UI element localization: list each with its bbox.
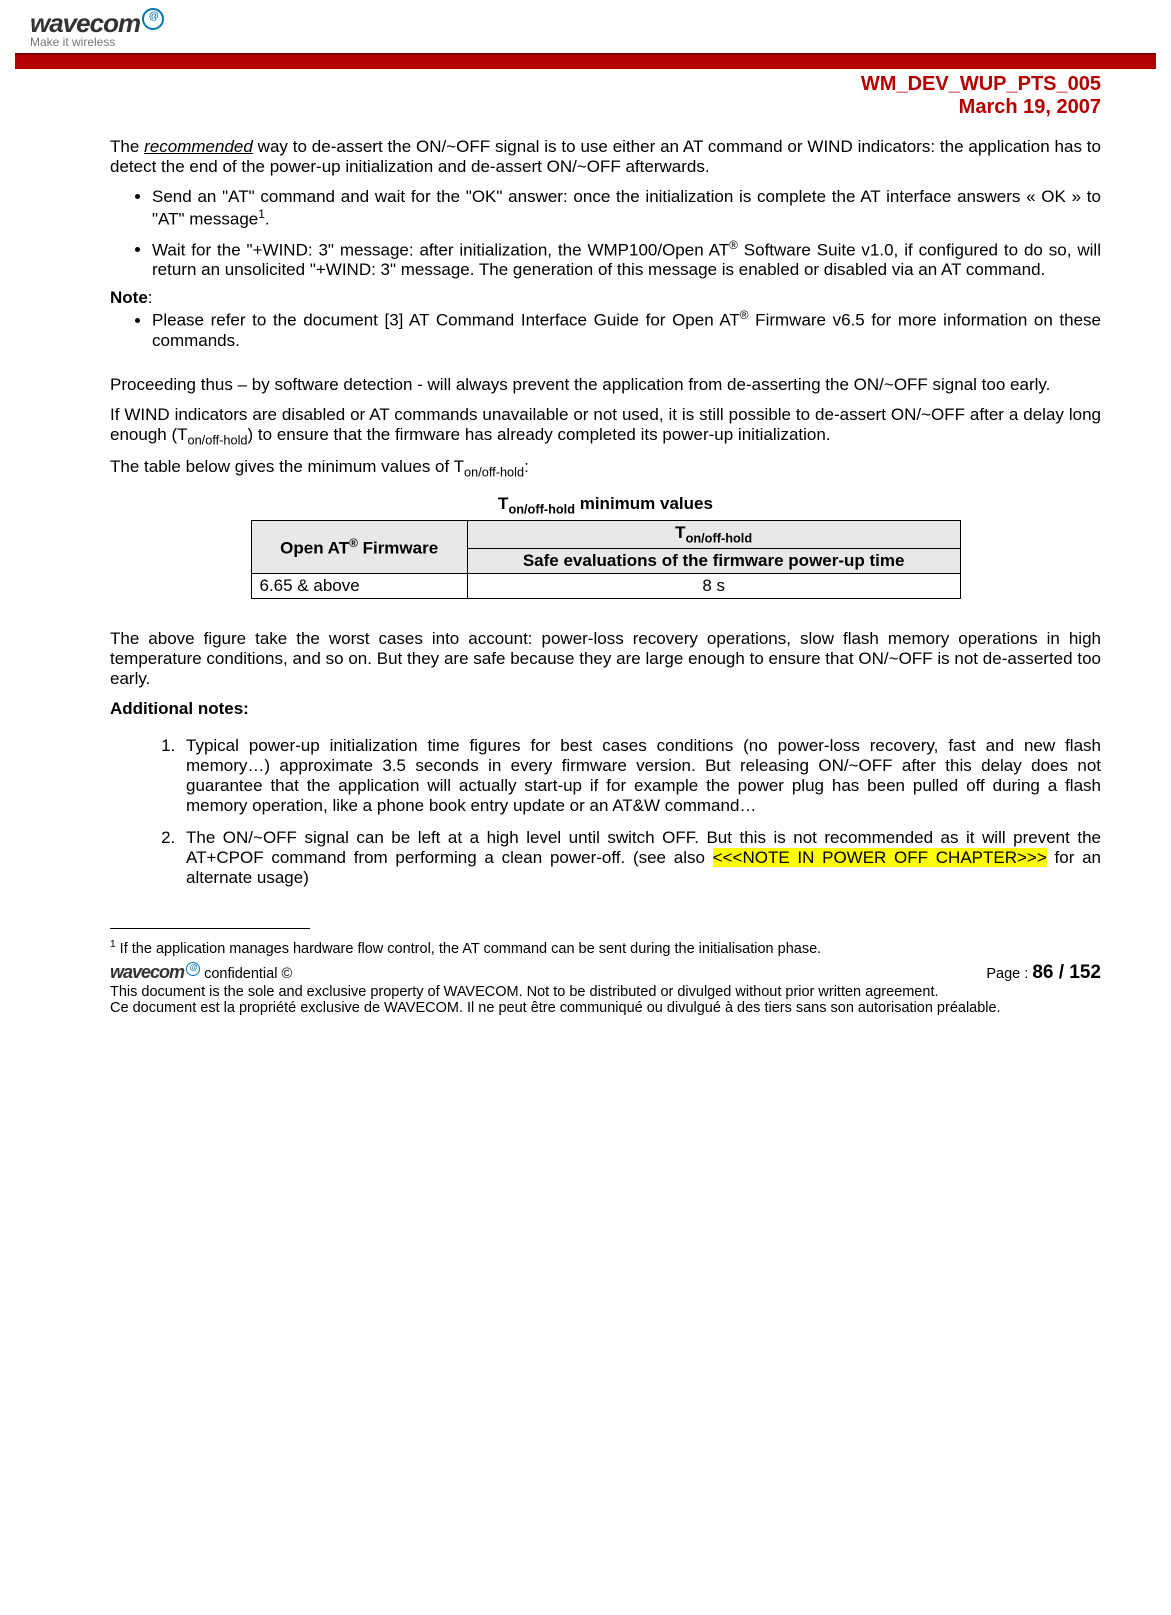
doc-id: WM_DEV_WUP_PTS_005 <box>110 73 1101 96</box>
brand-name: wavecom <box>30 8 140 38</box>
text: Send an "AT" command and wait for the "O… <box>152 187 1101 229</box>
footer-row: wavecom@ confidential © Page : 86 / 152 <box>110 962 1101 984</box>
list-item: Typical power-up initialization time fig… <box>180 736 1101 816</box>
note-list: Please refer to the document [3] AT Comm… <box>110 308 1101 351</box>
subscript: on/off-hold <box>508 501 575 516</box>
page-number: Page : 86 / 152 <box>986 962 1101 984</box>
text: confidential © <box>204 966 292 982</box>
footer-left: wavecom@ confidential © <box>110 962 292 983</box>
doc-id-block: WM_DEV_WUP_PTS_005 March 19, 2007 <box>110 73 1101 119</box>
additional-notes-heading: Additional notes: <box>110 699 1101 719</box>
note-label: Note <box>110 288 148 307</box>
text: ) to ensure that the firmware has alread… <box>248 425 831 444</box>
text: : <box>524 457 529 476</box>
footer-logo: wavecom@ <box>110 962 204 982</box>
content: The recommended way to de-assert the ON/… <box>110 137 1101 1016</box>
text: If the application manages hardware flow… <box>116 940 822 956</box>
footnote-ref: 1 <box>258 207 265 221</box>
text: Firmware <box>358 538 438 557</box>
text: Page : <box>986 966 1032 982</box>
text: 152 <box>1069 962 1101 983</box>
text: / <box>1053 962 1069 983</box>
text: Wait for the "+WIND: 3" message: after i… <box>152 240 729 259</box>
paragraph: Proceeding thus – by software detection … <box>110 375 1101 395</box>
text: Open AT <box>280 538 349 557</box>
footer: wavecom@ confidential © Page : 86 / 152 … <box>110 962 1101 1016</box>
paragraph: The table below gives the minimum values… <box>110 457 1101 479</box>
list-item: Please refer to the document [3] AT Comm… <box>152 308 1101 351</box>
reg-mark: ® <box>349 536 358 550</box>
reg-mark: ® <box>740 308 749 322</box>
text: The table below gives the minimum values… <box>110 457 464 476</box>
footnote-separator <box>110 928 310 929</box>
footnote: 1 If the application manages hardware fl… <box>110 939 1101 957</box>
list-item: The ON/~OFF signal can be left at a high… <box>180 828 1101 888</box>
emph-recommended: recommended <box>144 137 253 156</box>
text: Please refer to the document [3] AT Comm… <box>152 311 740 330</box>
min-values-table: Open AT® Firmware Ton/off-hold Safe eval… <box>251 520 961 598</box>
footer-line: This document is the sole and exclusive … <box>110 984 1101 1000</box>
brand-name: wavecom <box>110 962 184 982</box>
list-item: Send an "AT" command and wait for the "O… <box>152 187 1101 230</box>
text: : <box>148 288 153 307</box>
header: wavecom@ Make it wireless <box>15 0 1156 55</box>
text: The <box>110 137 144 156</box>
text: T <box>498 494 508 513</box>
text: way to de-assert the ON/~OFF signal is t… <box>110 137 1101 176</box>
bullet-list: Send an "AT" command and wait for the "O… <box>110 187 1101 280</box>
subscript: on/off-hold <box>686 531 753 546</box>
paragraph: If WIND indicators are disabled or AT co… <box>110 405 1101 447</box>
reg-mark: ® <box>729 238 738 252</box>
text: minimum values <box>575 494 713 513</box>
highlighted-note: <<<NOTE IN POWER OFF CHAPTER>>> <box>713 848 1047 867</box>
table-title: Ton/off-hold minimum values <box>110 494 1101 516</box>
table-header-top: Ton/off-hold <box>467 521 960 548</box>
text: 86 <box>1032 962 1053 983</box>
subscript: on/off-hold <box>188 432 248 447</box>
doc-date: March 19, 2007 <box>110 96 1101 119</box>
paragraph: The above figure take the worst cases in… <box>110 629 1101 689</box>
text: . <box>265 210 270 229</box>
subscript: on/off-hold <box>464 465 524 480</box>
red-bar <box>15 55 1156 69</box>
ordered-notes: Typical power-up initialization time fig… <box>110 736 1101 888</box>
swirl-icon: @ <box>142 8 164 30</box>
footer-line: Ce document est la propriété exclusive d… <box>110 1000 1101 1016</box>
table-cell: 8 s <box>467 573 960 598</box>
swirl-icon: @ <box>186 962 200 976</box>
brand-logo: wavecom@ <box>30 8 164 38</box>
logo-block: wavecom@ Make it wireless <box>30 8 164 49</box>
list-item: Wait for the "+WIND: 3" message: after i… <box>152 238 1101 281</box>
table-cell: 6.65 & above <box>251 573 467 598</box>
text: T <box>675 523 685 542</box>
table-header-left: Open AT® Firmware <box>251 521 467 573</box>
paragraph-intro: The recommended way to de-assert the ON/… <box>110 137 1101 177</box>
note-heading: Note: <box>110 288 1101 308</box>
table-header-bottom: Safe evaluations of the firmware power-u… <box>467 548 960 573</box>
